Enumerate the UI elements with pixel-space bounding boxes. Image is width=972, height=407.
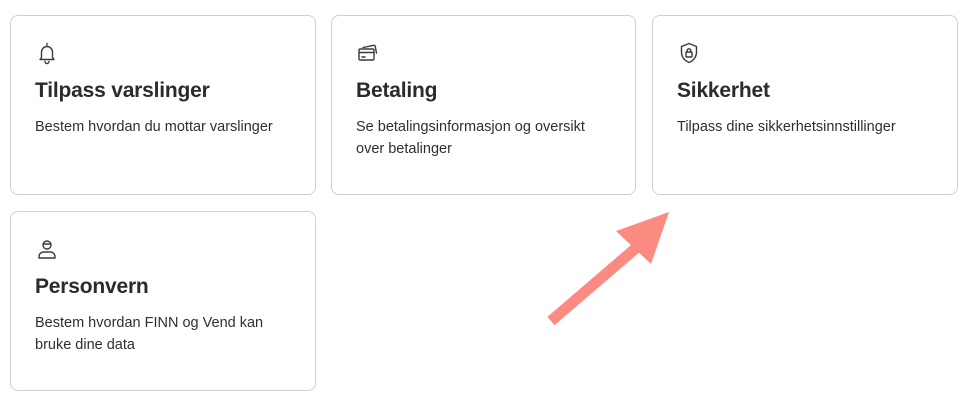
settings-grid: Tilpass varslinger Bestem hvordan du mot…: [0, 0, 972, 407]
security-card[interactable]: Sikkerhet Tilpass dine sikkerhetsinnstil…: [652, 15, 958, 195]
card-title: Sikkerhet: [677, 79, 770, 102]
card-title: Tilpass varslinger: [35, 79, 210, 102]
shield-lock-icon: [677, 41, 701, 65]
card-title: Betaling: [356, 79, 438, 102]
credit-card-icon: [356, 41, 380, 65]
privacy-card[interactable]: Personvern Bestem hvordan FINN og Vend k…: [10, 211, 316, 391]
card-description: Bestem hvordan FINN og Vend kan bruke di…: [35, 315, 264, 353]
card-description: Tilpass dine sikkerhetsinnstillinger: [677, 119, 896, 135]
card-description: Bestem hvordan du mottar varslinger: [35, 119, 273, 135]
notifications-card[interactable]: Tilpass varslinger Bestem hvordan du mot…: [10, 15, 316, 195]
person-icon: [35, 237, 59, 261]
bell-icon: [35, 41, 59, 65]
card-description: Se betalingsinformasjon og oversikt over…: [356, 119, 585, 157]
payment-card[interactable]: Betaling Se betalingsinformasjon og over…: [331, 15, 636, 195]
card-title: Personvern: [35, 275, 149, 298]
